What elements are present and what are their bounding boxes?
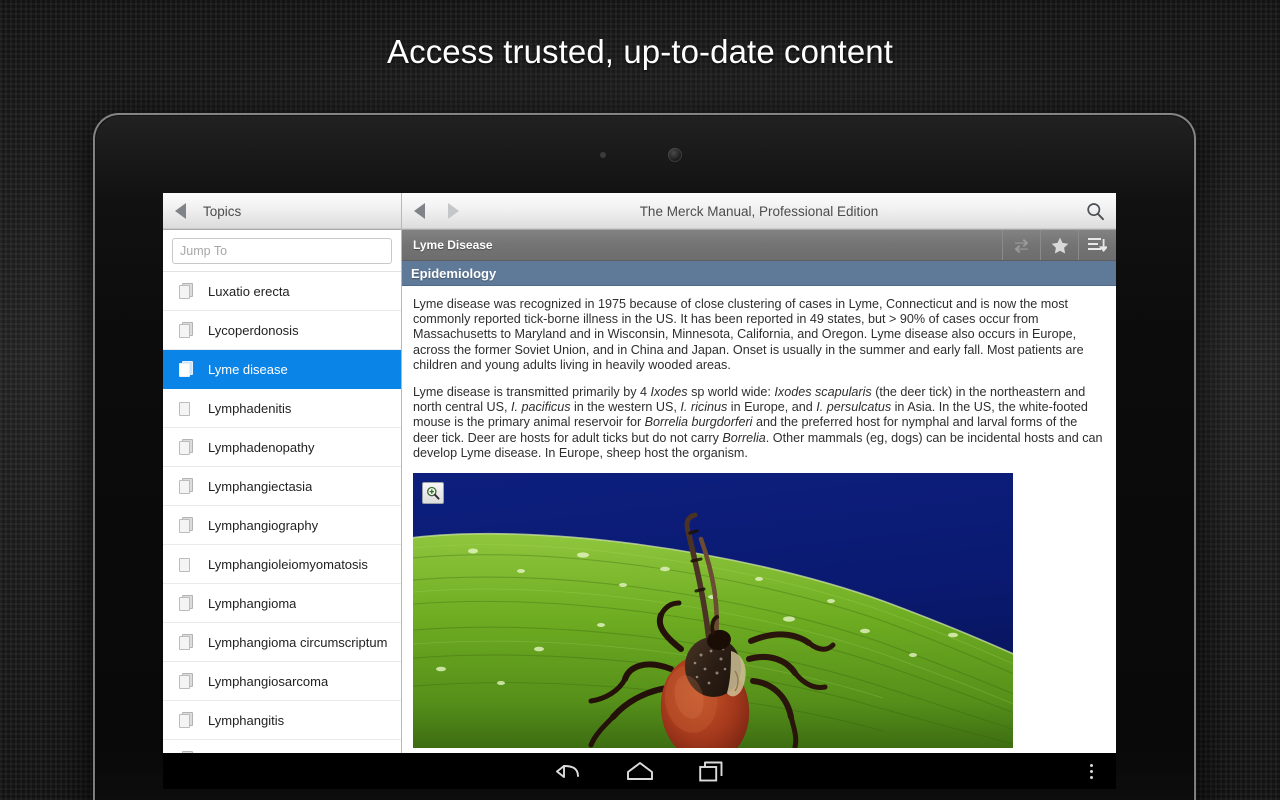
content-header: The Merck Manual, Professional Edition	[402, 193, 1116, 230]
document-stack-icon	[179, 361, 193, 377]
tick-photo	[413, 473, 1013, 749]
topic-item-label: Luxatio erecta	[208, 283, 290, 299]
bookmark-star-button[interactable]	[1040, 230, 1078, 260]
magnifier-plus-icon	[427, 486, 440, 500]
article-body: Lyme disease was recognized in 1975 beca…	[402, 286, 1116, 753]
topics-sidebar: Topics Luxatio erecta Lycoperdonosis Lyme …	[163, 193, 402, 753]
android-recents-button[interactable]	[676, 753, 748, 789]
topic-list-item[interactable]: Lyme disease	[163, 350, 401, 389]
topic-item-label: Lyme disease	[208, 361, 288, 377]
overflow-dot-icon	[1089, 769, 1093, 773]
topic-list-item[interactable]: Lymphadenopathy	[163, 428, 401, 467]
topic-item-label: Lymphangioleiomyomatosis	[208, 556, 368, 572]
sidebar-header: Topics	[163, 193, 401, 230]
document-single-icon	[179, 556, 193, 572]
share-swap-button[interactable]	[1002, 230, 1040, 260]
tablet-screen: Topics Luxatio erecta Lycoperdonosis Lyme …	[163, 193, 1116, 753]
topic-list-item[interactable]: Lymphatic channels, infection of	[163, 740, 401, 753]
topic-item-label: Lycoperdonosis	[208, 322, 299, 338]
android-home-button[interactable]	[604, 753, 676, 789]
list-jump-icon	[1088, 238, 1107, 252]
topic-item-label: Lymphangiography	[208, 517, 319, 533]
section-header-bar: Epidemiology	[402, 261, 1116, 286]
document-stack-icon	[179, 439, 193, 455]
led-indicator-icon	[600, 152, 606, 158]
document-stack-icon	[179, 712, 193, 728]
topic-item-label: Lymphangioma	[208, 595, 297, 611]
back-arrow-icon	[555, 765, 579, 778]
share-swap-icon	[1014, 238, 1029, 253]
sidebar-back-button[interactable]	[163, 203, 197, 219]
topic-item-label: Lymphangioma circumscriptum	[208, 634, 388, 650]
topic-item-label: Lymphangitis	[208, 712, 285, 728]
document-single-icon	[179, 400, 193, 416]
topic-list-item[interactable]: Lymphangioleiomyomatosis	[163, 545, 401, 584]
front-camera-icon	[668, 148, 682, 162]
recent-apps-icon	[698, 761, 722, 781]
overflow-menu-button[interactable]	[1076, 753, 1106, 789]
topic-item-label: Lymphangiectasia	[208, 478, 313, 494]
outline-list-button[interactable]	[1078, 230, 1116, 260]
paragraph-2: Lyme disease is transmitted primarily by…	[413, 385, 1103, 460]
book-title: The Merck Manual, Professional Edition	[639, 203, 879, 219]
document-stack-icon	[179, 517, 193, 533]
search-icon	[1086, 202, 1104, 220]
figure-zoom-button[interactable]	[422, 482, 444, 505]
document-stack-icon	[179, 322, 193, 338]
topic-list-item[interactable]: Lymphadenitis	[163, 389, 401, 428]
topic-action-bar: Lyme Disease	[402, 230, 1116, 261]
document-stack-icon	[179, 595, 193, 611]
topic-item-label: Lymphadenitis	[208, 400, 292, 416]
topic-list[interactable]: Luxatio erecta Lycoperdonosis Lyme disease…	[163, 272, 401, 753]
home-icon	[626, 762, 653, 780]
document-stack-icon	[179, 478, 193, 494]
history-forward-button[interactable]	[436, 203, 470, 219]
history-back-button[interactable]	[402, 203, 436, 219]
screenshot-stage: Access trusted, up-to-date content Topic…	[0, 0, 1280, 800]
document-stack-icon	[179, 634, 193, 650]
overflow-dot-icon	[1089, 763, 1093, 767]
topic-list-item[interactable]: Lymphangiosarcoma	[163, 662, 401, 701]
topic-item-label: Lymphadenopathy	[208, 439, 315, 455]
document-stack-icon	[179, 283, 193, 299]
overflow-dot-icon	[1089, 775, 1093, 779]
article-pane: The Merck Manual, Professional Edition L…	[402, 193, 1116, 753]
paragraph-1: Lyme disease was recognized in 1975 beca…	[413, 297, 1084, 372]
current-topic-title: Lyme Disease	[413, 238, 493, 252]
triangle-left-icon	[413, 203, 425, 219]
topic-list-item[interactable]: Lymphangitis	[163, 701, 401, 740]
topic-list-item[interactable]: Lymphangioma	[163, 584, 401, 623]
star-icon	[1051, 237, 1068, 253]
topic-list-item[interactable]: Lymphangioma circumscriptum	[163, 623, 401, 662]
topic-list-item[interactable]: Lymphangiography	[163, 506, 401, 545]
jump-to-input[interactable]	[172, 238, 392, 264]
app-layout: Topics Luxatio erecta Lycoperdonosis Lyme …	[163, 193, 1116, 753]
triangle-left-icon	[174, 203, 186, 219]
section-title: Epidemiology	[411, 265, 497, 281]
jump-to-container	[163, 230, 401, 272]
android-navigation-bar	[163, 753, 1116, 789]
android-back-button[interactable]	[532, 753, 604, 789]
topic-list-item[interactable]: Lycoperdonosis	[163, 311, 401, 350]
document-stack-icon	[179, 673, 193, 689]
triangle-right-icon	[447, 203, 459, 219]
topic-list-item[interactable]: Luxatio erecta	[163, 272, 401, 311]
promo-headline: Access trusted, up-to-date content	[386, 33, 893, 70]
topic-list-item[interactable]: Lymphangiectasia	[163, 467, 401, 506]
sidebar-title: Topics	[203, 203, 242, 219]
tick-figure	[413, 473, 1013, 749]
topic-item-label: Lymphangiosarcoma	[208, 673, 329, 689]
search-button[interactable]	[1082, 199, 1108, 223]
